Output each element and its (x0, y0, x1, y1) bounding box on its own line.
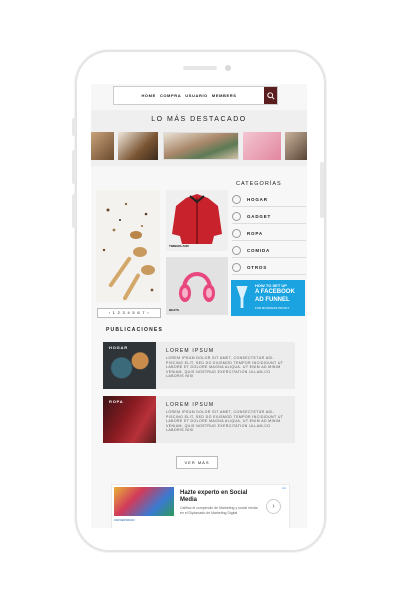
featured-title: LO MÁS DESTACADO (151, 116, 247, 123)
category-item-gadget[interactable]: GADGET (232, 209, 306, 224)
post-title[interactable]: LOREM IPSUM (166, 348, 214, 354)
phone-side-button (72, 150, 76, 184)
category-item-comida[interactable]: COMIDA (232, 243, 306, 258)
banner-text: Califica el compendio de Marketing y soc… (180, 506, 258, 515)
featured-thumb[interactable] (243, 132, 281, 160)
social-media-banner-ad[interactable]: Hazte experto en Social Media Califica e… (111, 484, 290, 528)
see-more-button[interactable]: VER MÁS (176, 456, 218, 469)
category-item-ropa[interactable]: ROPA (232, 226, 306, 241)
ad-line-1: HOW TO SET UP (255, 283, 287, 288)
phone-speaker (183, 66, 217, 70)
banner-title: Hazte experto en Social Media (180, 490, 248, 503)
ad-line-4: FOR BUSINESS PROFIT (255, 306, 290, 310)
ad-line-2: A FACEBOOK (255, 289, 295, 295)
ad-illustration (236, 286, 248, 308)
jacket-label: TIMBERLAND (169, 244, 189, 248)
pagination[interactable]: ‹ 1 2 3 4 5 6 7 › (97, 308, 161, 318)
category-label: GADGET (247, 213, 272, 219)
phone-side-button (320, 162, 324, 218)
featured-thumb[interactable] (285, 132, 307, 160)
category-label: COMIDA (247, 247, 271, 253)
phone-side-button (72, 194, 76, 228)
post-tag: HOGAR (109, 345, 128, 350)
category-item-otros[interactable]: OTROS (232, 260, 306, 275)
featured-thumb[interactable] (163, 132, 239, 160)
headphones-label: BEATS (169, 308, 179, 312)
category-label: HOGAR (247, 196, 268, 202)
post-excerpt: LOREM IPSUM DOLOR SIT AMET, CONSECTETUR … (166, 410, 284, 432)
ad-line-3: AD FUNNEL (255, 297, 290, 303)
category-label: ROPA (247, 230, 263, 236)
nav-link-compra[interactable]: COMPRA (160, 93, 181, 98)
category-item-hogar[interactable]: HOGAR (232, 192, 306, 207)
phone-camera (225, 65, 231, 71)
post-title[interactable]: LOREM IPSUM (166, 402, 214, 408)
chevron-right-icon[interactable]: › (266, 499, 281, 514)
jacket-image[interactable]: TIMBERLAND (166, 190, 228, 251)
banner-brand: UNIVERSIDAD (114, 518, 135, 522)
headphones-illustration (179, 272, 215, 302)
nav-link-home[interactable]: HOME (141, 93, 155, 98)
spoons-illustration (102, 202, 155, 301)
search-icon (266, 91, 275, 100)
jacket-illustration (172, 194, 222, 244)
categories-title: CATEGORÍAS (236, 181, 282, 187)
publications-title: PUBLICACIONES (106, 327, 163, 333)
nav-link-usuario[interactable]: USUARIO (185, 93, 208, 98)
headphones-image[interactable]: BEATS (166, 257, 228, 315)
phone-screen: HOME COMPRA USUARIO MEMBERS LO MÁS DESTA… (91, 84, 307, 528)
post-card[interactable]: HOGAR LOREM IPSUM LOREM IPSUM DOLOR SIT … (103, 342, 295, 389)
more-icon (232, 262, 241, 272)
nav-link-members[interactable]: MEMBERS (212, 93, 237, 98)
food-icon (232, 245, 241, 255)
search-button[interactable] (264, 87, 277, 104)
nav-links: HOME COMPRA USUARIO MEMBERS (114, 93, 264, 98)
post-tag: ROPA (109, 399, 124, 404)
home-icon (232, 194, 241, 204)
shirt-icon (232, 228, 241, 238)
post-card[interactable]: ROPA LOREM IPSUM LOREM IPSUM DOLOR SIT A… (103, 396, 295, 443)
phone-side-button (72, 118, 76, 136)
category-label: OTROS (247, 264, 268, 270)
facebook-funnel-ad[interactable]: HOW TO SET UP A FACEBOOK AD FUNNEL FOR B… (231, 280, 305, 316)
spoons-spices-image[interactable] (96, 190, 160, 302)
featured-thumb[interactable] (91, 132, 114, 160)
post-excerpt: LOREM IPSUM DOLOR SIT AMET, CONSECTETUR … (166, 356, 284, 378)
banner-image (114, 487, 174, 516)
featured-thumb[interactable] (118, 132, 158, 160)
gadget-icon (232, 211, 241, 221)
top-navbar: HOME COMPRA USUARIO MEMBERS (113, 86, 278, 105)
ad-badge[interactable]: Ad (282, 486, 286, 490)
